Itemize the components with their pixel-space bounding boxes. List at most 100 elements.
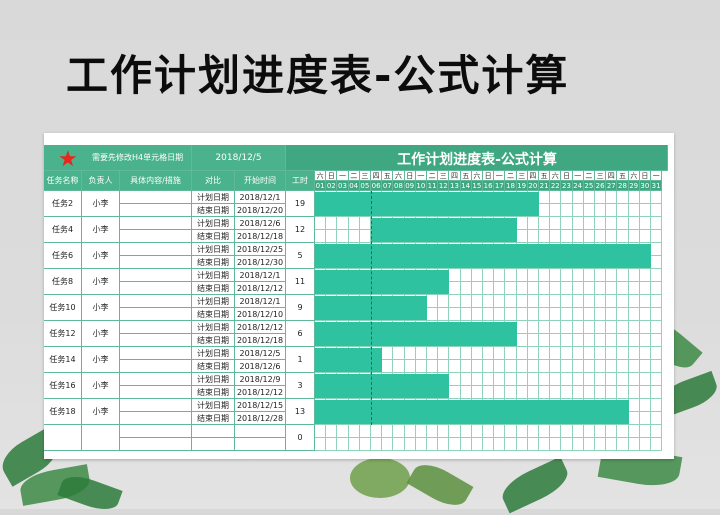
gantt-cell [628, 204, 640, 217]
detail-cell[interactable] [120, 191, 192, 204]
task-name-cell[interactable] [44, 425, 82, 451]
end-date-cell[interactable]: 2018/12/30 [235, 256, 286, 269]
gantt-cell [449, 425, 461, 438]
owner-cell[interactable]: 小李 [82, 295, 120, 321]
task-name-cell[interactable]: 任务4 [44, 217, 82, 243]
hours-cell[interactable]: 19 [286, 191, 315, 217]
end-label-cell: 结束日期 [192, 386, 235, 399]
gantt-cell [561, 321, 573, 334]
owner-cell[interactable]: 小李 [82, 347, 120, 373]
day-number-cell: 09 [404, 181, 416, 191]
plan-date-cell[interactable]: 2018/12/15 [235, 399, 286, 412]
hours-cell[interactable]: 3 [286, 373, 315, 399]
task-name-cell[interactable]: 任务14 [44, 347, 82, 373]
task-name-cell[interactable]: 任务10 [44, 295, 82, 321]
end-date-cell[interactable]: 2018/12/10 [235, 308, 286, 321]
gantt-cell [371, 438, 383, 451]
owner-cell[interactable] [82, 425, 120, 451]
weekday-cell: 五 [382, 171, 394, 181]
end-date-cell[interactable]: 2018/12/28 [235, 412, 286, 425]
hours-cell[interactable]: 0 [286, 425, 315, 451]
gantt-cell [639, 308, 651, 321]
plan-date-cell[interactable]: 2018/12/1 [235, 191, 286, 204]
gantt-cell [516, 321, 528, 334]
gantt-cell [617, 373, 629, 386]
end-date-cell[interactable]: 2018/12/6 [235, 360, 286, 373]
hours-cell[interactable]: 9 [286, 295, 315, 321]
plan-date-cell[interactable]: 2018/12/1 [235, 269, 286, 282]
owner-cell[interactable]: 小李 [82, 321, 120, 347]
plan-date-cell[interactable]: 2018/12/5 [235, 347, 286, 360]
owner-cell[interactable]: 小李 [82, 243, 120, 269]
gantt-cell [651, 295, 663, 308]
gantt-cell [494, 269, 506, 282]
detail-cell[interactable] [120, 243, 192, 256]
detail-cell[interactable] [120, 269, 192, 282]
gantt-bar [315, 400, 629, 424]
hours-cell[interactable]: 12 [286, 217, 315, 243]
task-name-cell[interactable]: 任务12 [44, 321, 82, 347]
detail-cell[interactable] [120, 438, 192, 451]
day-number-cell: 15 [471, 181, 483, 191]
detail-cell[interactable] [120, 360, 192, 373]
task-name-cell[interactable]: 任务6 [44, 243, 82, 269]
plan-date-cell[interactable] [235, 425, 286, 438]
end-date-cell[interactable]: 2018/12/18 [235, 334, 286, 347]
owner-cell[interactable]: 小李 [82, 373, 120, 399]
task-name-cell[interactable]: 任务16 [44, 373, 82, 399]
plan-date-cell[interactable]: 2018/12/25 [235, 243, 286, 256]
detail-cell[interactable] [120, 295, 192, 308]
owner-cell[interactable]: 小李 [82, 217, 120, 243]
detail-cell[interactable] [120, 204, 192, 217]
end-date-cell[interactable]: 2018/12/12 [235, 386, 286, 399]
detail-cell[interactable] [120, 230, 192, 243]
owner-cell[interactable]: 小李 [82, 399, 120, 425]
gantt-cell [527, 282, 539, 295]
plan-date-cell[interactable]: 2018/12/6 [235, 217, 286, 230]
gantt-cell [583, 360, 595, 373]
task-name-cell[interactable]: 任务2 [44, 191, 82, 217]
gantt-cell [617, 334, 629, 347]
gantt-cell [628, 386, 640, 399]
hours-cell[interactable]: 5 [286, 243, 315, 269]
end-date-cell[interactable]: 2018/12/20 [235, 204, 286, 217]
end-date-cell[interactable]: 2018/12/12 [235, 282, 286, 295]
detail-cell[interactable] [120, 321, 192, 334]
gantt-cell [449, 295, 461, 308]
detail-cell[interactable] [120, 412, 192, 425]
gantt-cell [483, 347, 495, 360]
task-name-cell[interactable]: 任务8 [44, 269, 82, 295]
gantt-cell [651, 399, 663, 412]
gantt-cell [527, 308, 539, 321]
end-date-cell[interactable]: 2018/12/18 [235, 230, 286, 243]
hours-cell[interactable]: 1 [286, 347, 315, 373]
owner-cell[interactable]: 小李 [82, 191, 120, 217]
owner-cell[interactable]: 小李 [82, 269, 120, 295]
hours-cell[interactable]: 11 [286, 269, 315, 295]
gantt-cell [404, 425, 416, 438]
hours-cell[interactable]: 6 [286, 321, 315, 347]
gantt-cell [583, 425, 595, 438]
detail-cell[interactable] [120, 282, 192, 295]
day-number-cell: 14 [460, 181, 472, 191]
detail-cell[interactable] [120, 386, 192, 399]
plan-date-cell[interactable]: 2018/12/9 [235, 373, 286, 386]
date-cell[interactable]: 2018/12/5 [192, 145, 286, 171]
task-name-cell[interactable]: 任务18 [44, 399, 82, 425]
gantt-cell [539, 308, 551, 321]
detail-cell[interactable] [120, 347, 192, 360]
end-date-cell[interactable] [235, 438, 286, 451]
gantt-cell [651, 269, 663, 282]
detail-cell[interactable] [120, 334, 192, 347]
plan-date-cell[interactable]: 2018/12/1 [235, 295, 286, 308]
hours-cell[interactable]: 13 [286, 399, 315, 425]
gantt-cell [449, 386, 461, 399]
detail-cell[interactable] [120, 217, 192, 230]
detail-cell[interactable] [120, 425, 192, 438]
detail-cell[interactable] [120, 256, 192, 269]
detail-cell[interactable] [120, 373, 192, 386]
gantt-cell [651, 412, 663, 425]
detail-cell[interactable] [120, 308, 192, 321]
plan-date-cell[interactable]: 2018/12/12 [235, 321, 286, 334]
detail-cell[interactable] [120, 399, 192, 412]
